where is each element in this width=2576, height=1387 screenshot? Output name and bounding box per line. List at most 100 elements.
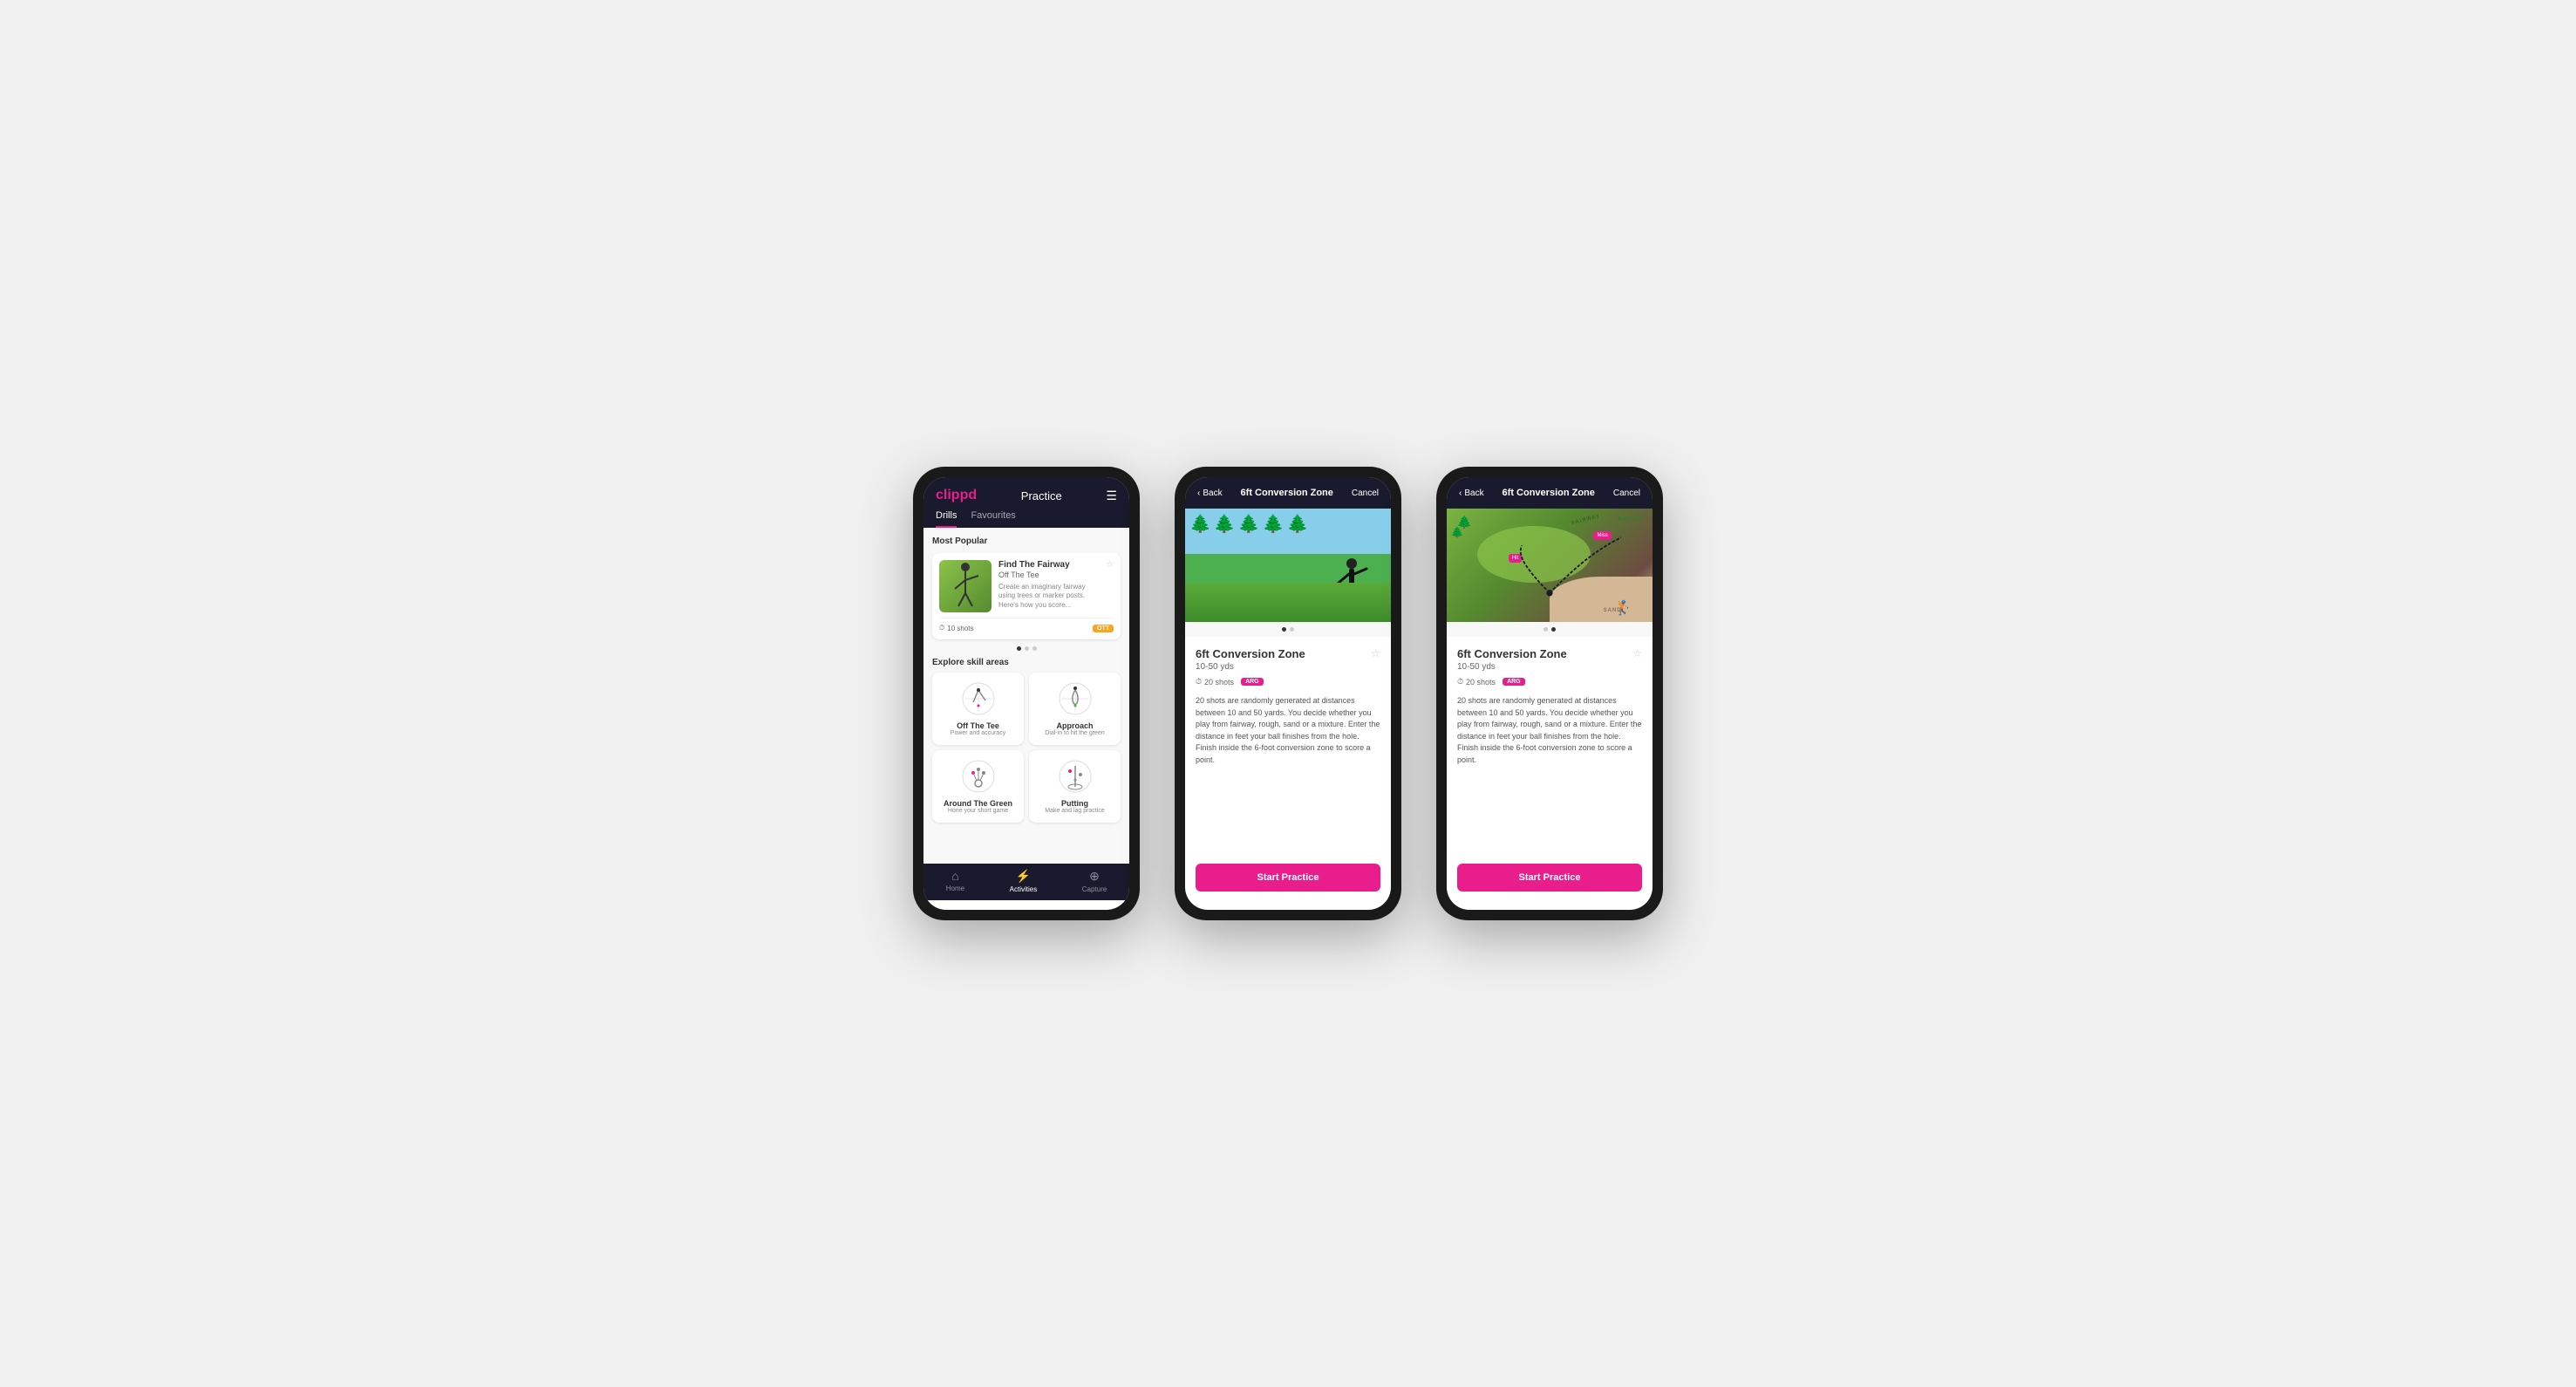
nav-capture[interactable]: ⊕ Capture: [1082, 869, 1107, 893]
around-green-icon: [961, 759, 996, 794]
skill-desc-approach: Dial-in to hit the green: [1045, 730, 1104, 736]
drill-detail-name-3: 6ft Conversion Zone: [1457, 647, 1567, 660]
carousel-dots: [932, 646, 1121, 651]
drill-description: Create an imaginary fairway using trees …: [998, 583, 1099, 610]
phone-3-header: ‹ Back 6ft Conversion Zone Cancel: [1447, 477, 1653, 509]
phone-1-header-top: clippd Practice ☰: [936, 488, 1117, 503]
nav-home-label: Home: [946, 885, 964, 892]
img-dot-2: [1290, 627, 1294, 632]
header-title-2: 6ft Conversion Zone: [1241, 488, 1333, 498]
explore-title: Explore skill areas: [932, 658, 1121, 667]
ott-tag: OTT: [1093, 625, 1114, 632]
phones-container: clippd Practice ☰ Drills Favourites Most…: [913, 467, 1663, 920]
clippd-logo: clippd: [936, 488, 977, 503]
phone-2-screen: ‹ Back 6ft Conversion Zone Cancel 🌲 🌲 🌲 …: [1185, 477, 1391, 910]
nav-activities[interactable]: ⚡ Activities: [1010, 869, 1038, 893]
rough-label: ROUGH: [1619, 517, 1642, 523]
dot-3: [1032, 646, 1037, 651]
drill-range-2: 10-50 yds: [1196, 662, 1305, 672]
back-chevron-icon-3: ‹: [1459, 489, 1462, 498]
start-practice-button-3[interactable]: Start Practice: [1457, 864, 1642, 892]
phone-1-screen: clippd Practice ☰ Drills Favourites Most…: [923, 477, 1129, 910]
nav-activities-label: Activities: [1010, 885, 1038, 893]
skill-grid: Off The Tee Power and accuracy: [932, 673, 1121, 823]
tab-favourites[interactable]: Favourites: [971, 510, 1015, 528]
img-dot-1: [1282, 627, 1286, 632]
cancel-button-3[interactable]: Cancel: [1613, 489, 1640, 498]
arg-tag-3: ARG: [1503, 678, 1525, 686]
tree-4: 🌲: [1263, 513, 1285, 535]
home-indicator-2: [1271, 904, 1305, 906]
favourite-star[interactable]: ☆: [1106, 560, 1114, 612]
drill-name: Find The Fairway: [998, 560, 1099, 571]
off-the-tee-icon: [961, 681, 996, 716]
trees-background: 🌲 🌲 🌲 🌲 🌲: [1185, 513, 1391, 535]
skill-card-putting[interactable]: Putting Make and lag practice: [1029, 750, 1121, 823]
drill-details-3: 6ft Conversion Zone 10-50 yds ☆ ⏱ 20 sho…: [1447, 637, 1653, 855]
putting-icon: [1058, 759, 1093, 794]
skill-name-approach: Approach: [1056, 721, 1093, 730]
drill-range-3: 10-50 yds: [1457, 662, 1567, 672]
clock-icon-2: ⏱: [1196, 677, 1202, 687]
fav-star-2[interactable]: ☆: [1371, 647, 1380, 659]
drill-thumb-image: [939, 560, 992, 612]
drill-details-2: 6ft Conversion Zone 10-50 yds ☆ ⏱ 20 sho…: [1185, 637, 1391, 855]
header-title-3: 6ft Conversion Zone: [1503, 488, 1595, 498]
drill-desc-3: 20 shots are randomly generated at dista…: [1457, 695, 1642, 766]
skill-card-off-the-tee[interactable]: Off The Tee Power and accuracy: [932, 673, 1024, 745]
tree-5: 🌲: [1287, 513, 1309, 535]
tree-3: 🌲: [1238, 513, 1260, 535]
skill-card-approach[interactable]: Approach Dial-in to hit the green: [1029, 673, 1121, 745]
img-dot-3-1: [1544, 627, 1548, 632]
drill-meta-3: ⏱ 20 shots ARG: [1457, 677, 1642, 687]
drill-thumbnail: [939, 560, 992, 612]
home-indicator-3: [1532, 904, 1567, 906]
hamburger-icon[interactable]: ☰: [1106, 489, 1117, 503]
back-chevron-icon: ‹: [1197, 489, 1200, 498]
dot-1: [1017, 646, 1021, 651]
fav-star-3[interactable]: ☆: [1632, 647, 1642, 659]
phone-1: clippd Practice ☰ Drills Favourites Most…: [913, 467, 1140, 920]
most-popular-title: Most Popular: [932, 536, 1121, 546]
phone-3-screen: ‹ Back 6ft Conversion Zone Cancel 🌲: [1447, 477, 1653, 910]
skill-desc-ott: Power and accuracy: [951, 730, 1005, 736]
image-dots-2: [1185, 622, 1391, 637]
drill-image-map: 🌲 🌲 Miss Hit 🏌️ SAND: [1447, 509, 1653, 622]
drill-image-photo: 🌲 🌲 🌲 🌲 🌲: [1185, 509, 1391, 622]
nav-capture-label: Capture: [1082, 885, 1107, 893]
skill-desc-putting: Make and lag practice: [1045, 808, 1104, 814]
sand-label: SAND: [1604, 608, 1622, 613]
back-button-2[interactable]: ‹ Back: [1197, 489, 1223, 498]
back-label-3: Back: [1464, 489, 1483, 498]
skill-name-ott: Off The Tee: [957, 721, 999, 730]
shots-meta-2: ⏱ 20 shots: [1196, 677, 1234, 687]
grass-ground: [1185, 583, 1391, 623]
drill-card-find-fairway[interactable]: Find The Fairway Off The Tee Create an i…: [932, 553, 1121, 639]
tabs-container: Drills Favourites: [936, 510, 1117, 528]
golf-scene: 🌲 🌲 🌲 🌲 🌲: [1185, 509, 1391, 622]
shots-meta-3: ⏱ 20 shots: [1457, 677, 1496, 687]
approach-icon: [1058, 681, 1093, 716]
back-button-3[interactable]: ‹ Back: [1459, 489, 1484, 498]
dot-2: [1025, 646, 1029, 651]
tree-2: 🌲: [1214, 513, 1236, 535]
arg-tag-2: ARG: [1241, 678, 1264, 686]
nav-home[interactable]: ⌂ Home: [946, 869, 964, 893]
skill-name-atg: Around The Green: [944, 799, 1012, 808]
phone-3: ‹ Back 6ft Conversion Zone Cancel 🌲: [1436, 467, 1663, 920]
skill-desc-atg: Hone your short game: [948, 808, 1008, 814]
drill-shots: ⏱ 10 shots: [939, 624, 974, 632]
phone-2: ‹ Back 6ft Conversion Zone Cancel 🌲 🌲 🌲 …: [1175, 467, 1401, 920]
img-dot-3-2: [1551, 627, 1556, 632]
drill-category: Off The Tee: [998, 571, 1099, 579]
phone-2-header: ‹ Back 6ft Conversion Zone Cancel: [1185, 477, 1391, 509]
drill-footer: ⏱ 10 shots OTT: [939, 618, 1114, 632]
skill-card-around-green[interactable]: Around The Green Hone your short game: [932, 750, 1024, 823]
activities-icon: ⚡: [1016, 869, 1031, 884]
tab-drills[interactable]: Drills: [936, 510, 957, 528]
tree-1: 🌲: [1189, 513, 1211, 535]
cancel-button-2[interactable]: Cancel: [1352, 489, 1379, 498]
start-practice-button-2[interactable]: Start Practice: [1196, 864, 1380, 892]
drill-desc-2: 20 shots are randomly generated at dista…: [1196, 695, 1380, 766]
back-label-2: Back: [1203, 489, 1222, 498]
